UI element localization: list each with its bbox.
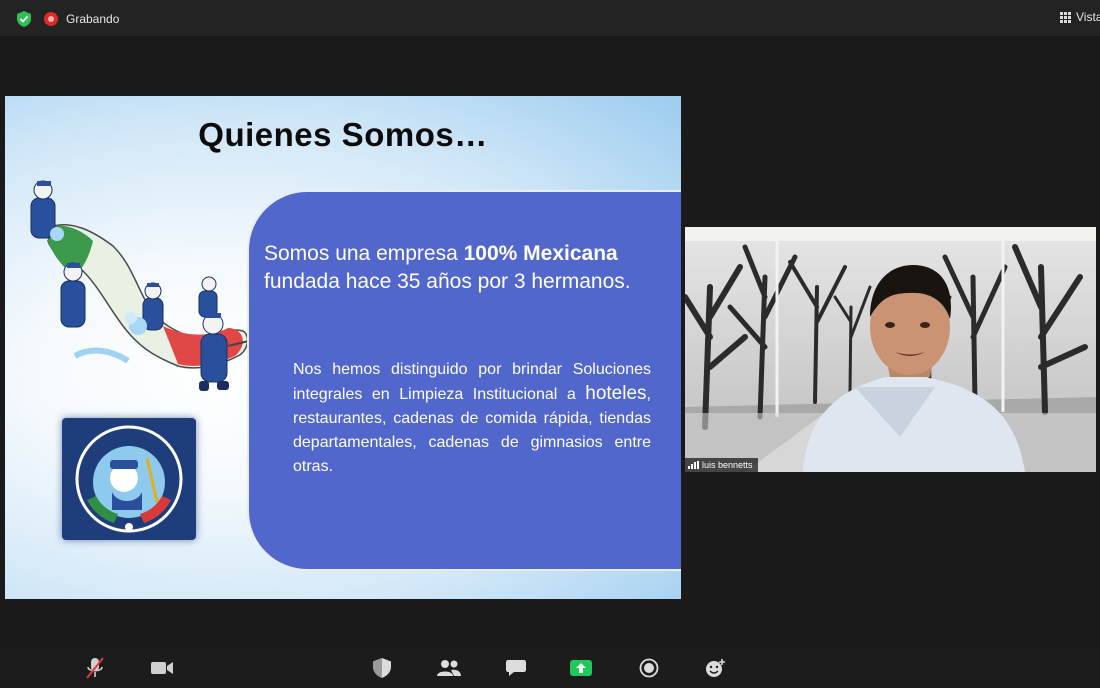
video-icon — [151, 662, 173, 674]
record-button[interactable] — [636, 656, 662, 680]
participant-video-frame — [685, 227, 1096, 472]
slide-title: Quienes Somos… — [198, 116, 488, 153]
recording-dot-icon — [44, 12, 58, 26]
headline-text-2: fundada hace 35 años por 3 hermanos. — [264, 270, 631, 293]
meeting-top-bar: Grabando Vista — [0, 0, 1100, 36]
body-big-text: hoteles — [585, 383, 647, 404]
share-screen-icon — [570, 660, 592, 676]
record-icon — [639, 658, 659, 678]
headline-text-1: Somos una empresa — [264, 242, 464, 265]
headline-bold-text: 100% Mexicana — [463, 242, 618, 265]
encryption-shield-icon[interactable] — [17, 11, 31, 27]
shared-screen-slide: Quienes Somos… Somos una empresa 100% Me… — [5, 96, 681, 599]
grid-view-icon — [1060, 11, 1071, 23]
mute-button[interactable] — [82, 656, 108, 680]
view-button[interactable]: Vista — [1060, 10, 1100, 24]
signal-strength-icon — [688, 461, 699, 469]
security-button[interactable] — [369, 656, 395, 680]
recording-indicator[interactable]: Grabando — [44, 9, 119, 29]
meeting-toolbar — [0, 648, 1100, 688]
mic-muted-icon — [86, 657, 104, 679]
share-screen-button[interactable] — [568, 656, 594, 680]
slide-headline: Somos una empresa 100% Mexicana fundada … — [264, 240, 674, 296]
reactions-button[interactable] — [702, 656, 728, 680]
chat-button[interactable] — [503, 656, 529, 680]
badge-emblem-icon — [75, 425, 183, 533]
participants-icon — [437, 660, 461, 676]
view-label: Vista — [1076, 10, 1100, 24]
por-un-mexico-limpio-logo — [62, 418, 196, 540]
slide-body-text: Nos hemos distinguido por brindar Soluci… — [293, 358, 651, 479]
reactions-icon — [706, 659, 725, 677]
security-icon — [373, 658, 391, 678]
video-button[interactable] — [149, 656, 175, 680]
participants-button[interactable] — [436, 656, 462, 680]
participant-video-tile[interactable]: luis bennetts — [685, 227, 1096, 472]
participant-name: luis bennetts — [702, 460, 753, 470]
participant-name-tag: luis bennetts — [685, 458, 758, 472]
chat-icon — [506, 660, 526, 676]
recording-label: Grabando — [66, 12, 120, 26]
